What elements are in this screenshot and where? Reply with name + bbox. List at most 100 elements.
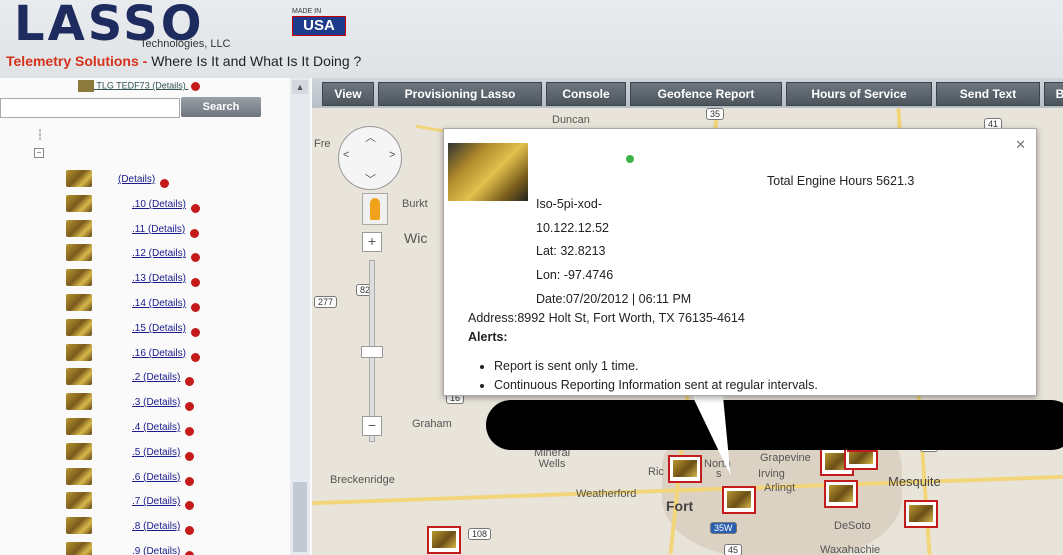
device-details-link[interactable]: .7 (Details) — [132, 496, 180, 507]
map-marker[interactable] — [722, 486, 756, 514]
generator-icon — [673, 460, 697, 477]
list-item[interactable]: .6 (Details) — [66, 467, 276, 490]
street-view-pegman-icon[interactable] — [362, 193, 388, 225]
status-dot-icon — [191, 327, 200, 337]
search-button[interactable]: Search — [181, 97, 261, 117]
shield-35: 35 — [706, 108, 725, 120]
tree-connector: ┆ — [37, 130, 44, 141]
tab-hours-of-service[interactable]: Hours of Service — [786, 82, 932, 106]
top-device-item[interactable]: TLG TEDF73 (Details) — [78, 80, 201, 92]
list-item[interactable]: .13 (Details) — [66, 269, 276, 291]
device-details-link[interactable]: .14 (Details) — [132, 298, 186, 309]
search-input[interactable] — [0, 98, 180, 118]
device-details-link[interactable]: .16 (Details) — [132, 348, 186, 359]
generator-icon — [78, 80, 94, 92]
pan-control[interactable]: ︿ ﹀ < > — [338, 126, 402, 190]
device-details-link[interactable]: .13 (Details) — [132, 273, 186, 284]
list-item[interactable]: .15 (Details) — [66, 318, 276, 341]
zoom-out-button[interactable]: − — [362, 416, 382, 436]
device-details-link[interactable]: .9 (Details) — [132, 546, 180, 555]
list-item[interactable]: (Details) — [66, 170, 276, 192]
device-details-link[interactable]: (Details) — [118, 174, 155, 185]
list-item[interactable]: .2 (Details) — [66, 368, 276, 390]
tab-view[interactable]: View — [322, 82, 374, 106]
alerts-label: Alerts: — [468, 330, 508, 344]
device-details-link[interactable]: .2 (Details) — [132, 372, 180, 383]
main-panel: View Provisioning Lasso Console Geofence… — [312, 78, 1063, 555]
tab-provisioning-lasso[interactable]: Provisioning Lasso — [378, 82, 542, 106]
list-item[interactable]: .8 (Details) — [66, 517, 276, 539]
device-details-link[interactable]: .15 (Details) — [132, 323, 186, 334]
list-item[interactable]: .11 (Details) — [66, 219, 276, 242]
zoom-slider-handle[interactable] — [361, 346, 383, 358]
tab-send-text[interactable]: Send Text — [936, 82, 1040, 106]
status-dot-icon — [185, 501, 194, 511]
generator-icon — [66, 170, 92, 187]
status-dot-icon — [190, 228, 199, 238]
device-ip: 10.122.12.52 — [536, 221, 609, 235]
tab-more[interactable]: B — [1044, 82, 1063, 106]
pan-up-icon[interactable]: ︿ — [365, 129, 376, 145]
city-mineral-wells: Mineral Wells — [533, 447, 571, 470]
generator-icon — [66, 318, 92, 336]
close-icon[interactable]: ✕ — [1015, 137, 1026, 153]
map-marker[interactable] — [668, 455, 702, 483]
list-item[interactable]: .16 (Details) — [66, 343, 276, 366]
zoom-in-button[interactable]: + — [362, 232, 382, 252]
city-richland: Ric — [648, 466, 664, 478]
generator-icon — [909, 505, 933, 522]
list-item[interactable]: .3 (Details) — [66, 393, 276, 415]
tab-geofence-report[interactable]: Geofence Report — [630, 82, 782, 106]
list-item[interactable]: .7 (Details) — [66, 492, 276, 514]
shield-35w: 35W — [710, 522, 737, 534]
report-date: Date:07/20/2012 | 06:11 PM — [536, 292, 692, 306]
map-marker[interactable] — [904, 500, 938, 528]
sidebar-scrollbar[interactable]: ▲ — [290, 78, 310, 555]
device-details-link[interactable]: .11 (Details) — [132, 224, 185, 235]
pegman-figure — [370, 198, 380, 220]
status-dot-icon — [191, 352, 200, 362]
tagline-text: Where Is It and What Is It Doing ? — [147, 53, 362, 69]
shield-277: 277 — [314, 296, 338, 308]
scroll-up-arrow-icon[interactable]: ▲ — [292, 80, 308, 94]
tagline: Telemetry Solutions - Where Is It and Wh… — [6, 53, 361, 69]
status-dot-icon — [191, 253, 200, 263]
city-irving: Irving — [758, 468, 785, 480]
tab-console[interactable]: Console — [546, 82, 626, 106]
generator-icon — [66, 244, 92, 262]
top-device-link[interactable]: TLG TEDF73 (Details) — [96, 80, 185, 90]
generator-icon — [66, 219, 92, 237]
scroll-thumb[interactable] — [293, 482, 307, 552]
generator-icon — [66, 294, 92, 311]
pan-down-icon[interactable]: ﹀ — [365, 171, 376, 187]
device-details-link[interactable]: .5 (Details) — [132, 447, 180, 458]
status-dot-icon — [191, 278, 200, 288]
generator-icon — [66, 442, 92, 460]
device-details-link[interactable]: .4 (Details) — [132, 422, 180, 433]
device-details-link[interactable]: .3 (Details) — [132, 397, 180, 408]
tree-collapse-icon[interactable]: − — [34, 148, 44, 158]
list-item[interactable]: .4 (Details) — [66, 418, 276, 440]
map-marker[interactable] — [427, 526, 461, 554]
list-item[interactable]: .5 (Details) — [66, 442, 276, 465]
status-dot-icon — [185, 451, 194, 461]
device-details-link[interactable]: .6 (Details) — [132, 472, 180, 483]
list-item[interactable]: .12 (Details) — [66, 244, 276, 266]
list-item[interactable]: .10 (Details) — [66, 194, 276, 217]
status-dot-icon — [185, 551, 194, 555]
list-item[interactable]: .14 (Details) — [66, 294, 276, 316]
list-item[interactable]: .9 (Details) — [66, 542, 276, 555]
device-details-link[interactable]: .12 (Details) — [132, 248, 186, 259]
pan-right-icon[interactable]: > — [389, 149, 395, 161]
status-dot-icon — [160, 179, 169, 188]
device-details-link[interactable]: .10 (Details) — [132, 199, 186, 210]
alerts-list: Report is sent only 1 time. Continuous R… — [494, 359, 818, 397]
device-details-link[interactable]: .8 (Details) — [132, 521, 180, 532]
map-view[interactable]: Duncan Fre Burkt Wic Graham Mineral Well… — [312, 108, 1063, 555]
status-dot-icon — [191, 203, 200, 213]
map-marker[interactable] — [824, 480, 858, 508]
pan-left-icon[interactable]: < — [343, 149, 349, 161]
status-dot-icon — [185, 377, 194, 387]
longitude: Lon: -97.4746 — [536, 268, 614, 282]
city-desoto: DeSoto — [834, 520, 871, 532]
